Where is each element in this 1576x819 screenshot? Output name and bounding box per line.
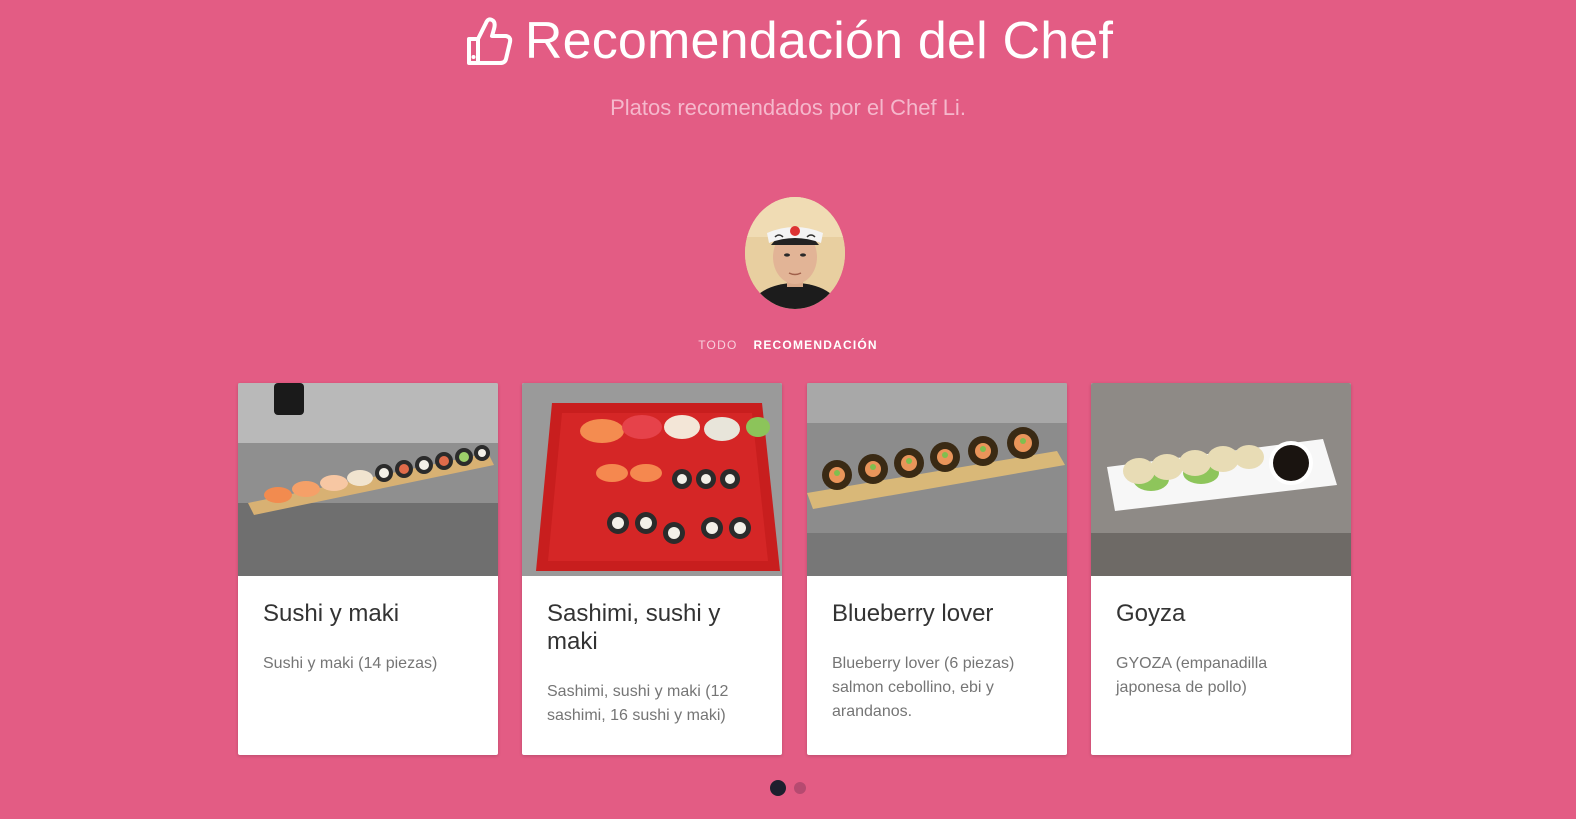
- pagination-dot-2[interactable]: [794, 782, 806, 794]
- dish-card[interactable]: Blueberry lover Blueberry lover (6 pieza…: [807, 383, 1067, 755]
- page-header: Recomendación del Chef: [0, 8, 1576, 74]
- chef-avatar: [745, 197, 845, 309]
- filter-tabs: TODO RECOMENDACIÓN: [0, 338, 1576, 352]
- dish-description: Blueberry lover (6 piezas) salmon ceboll…: [832, 655, 1015, 720]
- dish-title: Sashimi, sushi y maki: [547, 600, 721, 655]
- dish-title: Sushi y maki: [263, 600, 400, 627]
- page-title: Recomendación del Chef: [524, 12, 1114, 70]
- dish-title: Goyza: [1116, 600, 1186, 627]
- filter-recomendacion[interactable]: RECOMENDACIÓN: [753, 338, 877, 352]
- thumbs-up-icon: [466, 17, 512, 65]
- dish-image-sashimi-sushi-maki: [522, 383, 782, 576]
- carousel-pagination: [0, 780, 1576, 796]
- dish-image-blueberry-lover: [807, 383, 1067, 576]
- page-subtitle: Platos recomendados por el Chef Li.: [610, 95, 966, 120]
- dish-title: Blueberry lover: [832, 600, 994, 627]
- dish-description: Sushi y maki (14 piezas): [263, 655, 438, 672]
- dish-card[interactable]: Sashimi, sushi y maki Sashimi, sushi y m…: [522, 383, 782, 755]
- filter-todo[interactable]: TODO: [698, 338, 737, 352]
- dish-description: Sashimi, sushi y maki (12 sashimi, 16 su…: [547, 683, 729, 724]
- dish-image-sushi-maki: [238, 383, 498, 576]
- dish-card[interactable]: Sushi y maki Sushi y maki (14 piezas): [238, 383, 498, 755]
- pagination-dot-1[interactable]: [770, 780, 786, 796]
- dish-card[interactable]: Goyza GYOZA (empanadilla japonesa de pol…: [1091, 383, 1351, 755]
- dish-description: GYOZA (empanadilla japonesa de pollo): [1116, 655, 1268, 696]
- chef-portrait-image: [745, 197, 845, 309]
- dish-image-goyza: [1091, 383, 1351, 576]
